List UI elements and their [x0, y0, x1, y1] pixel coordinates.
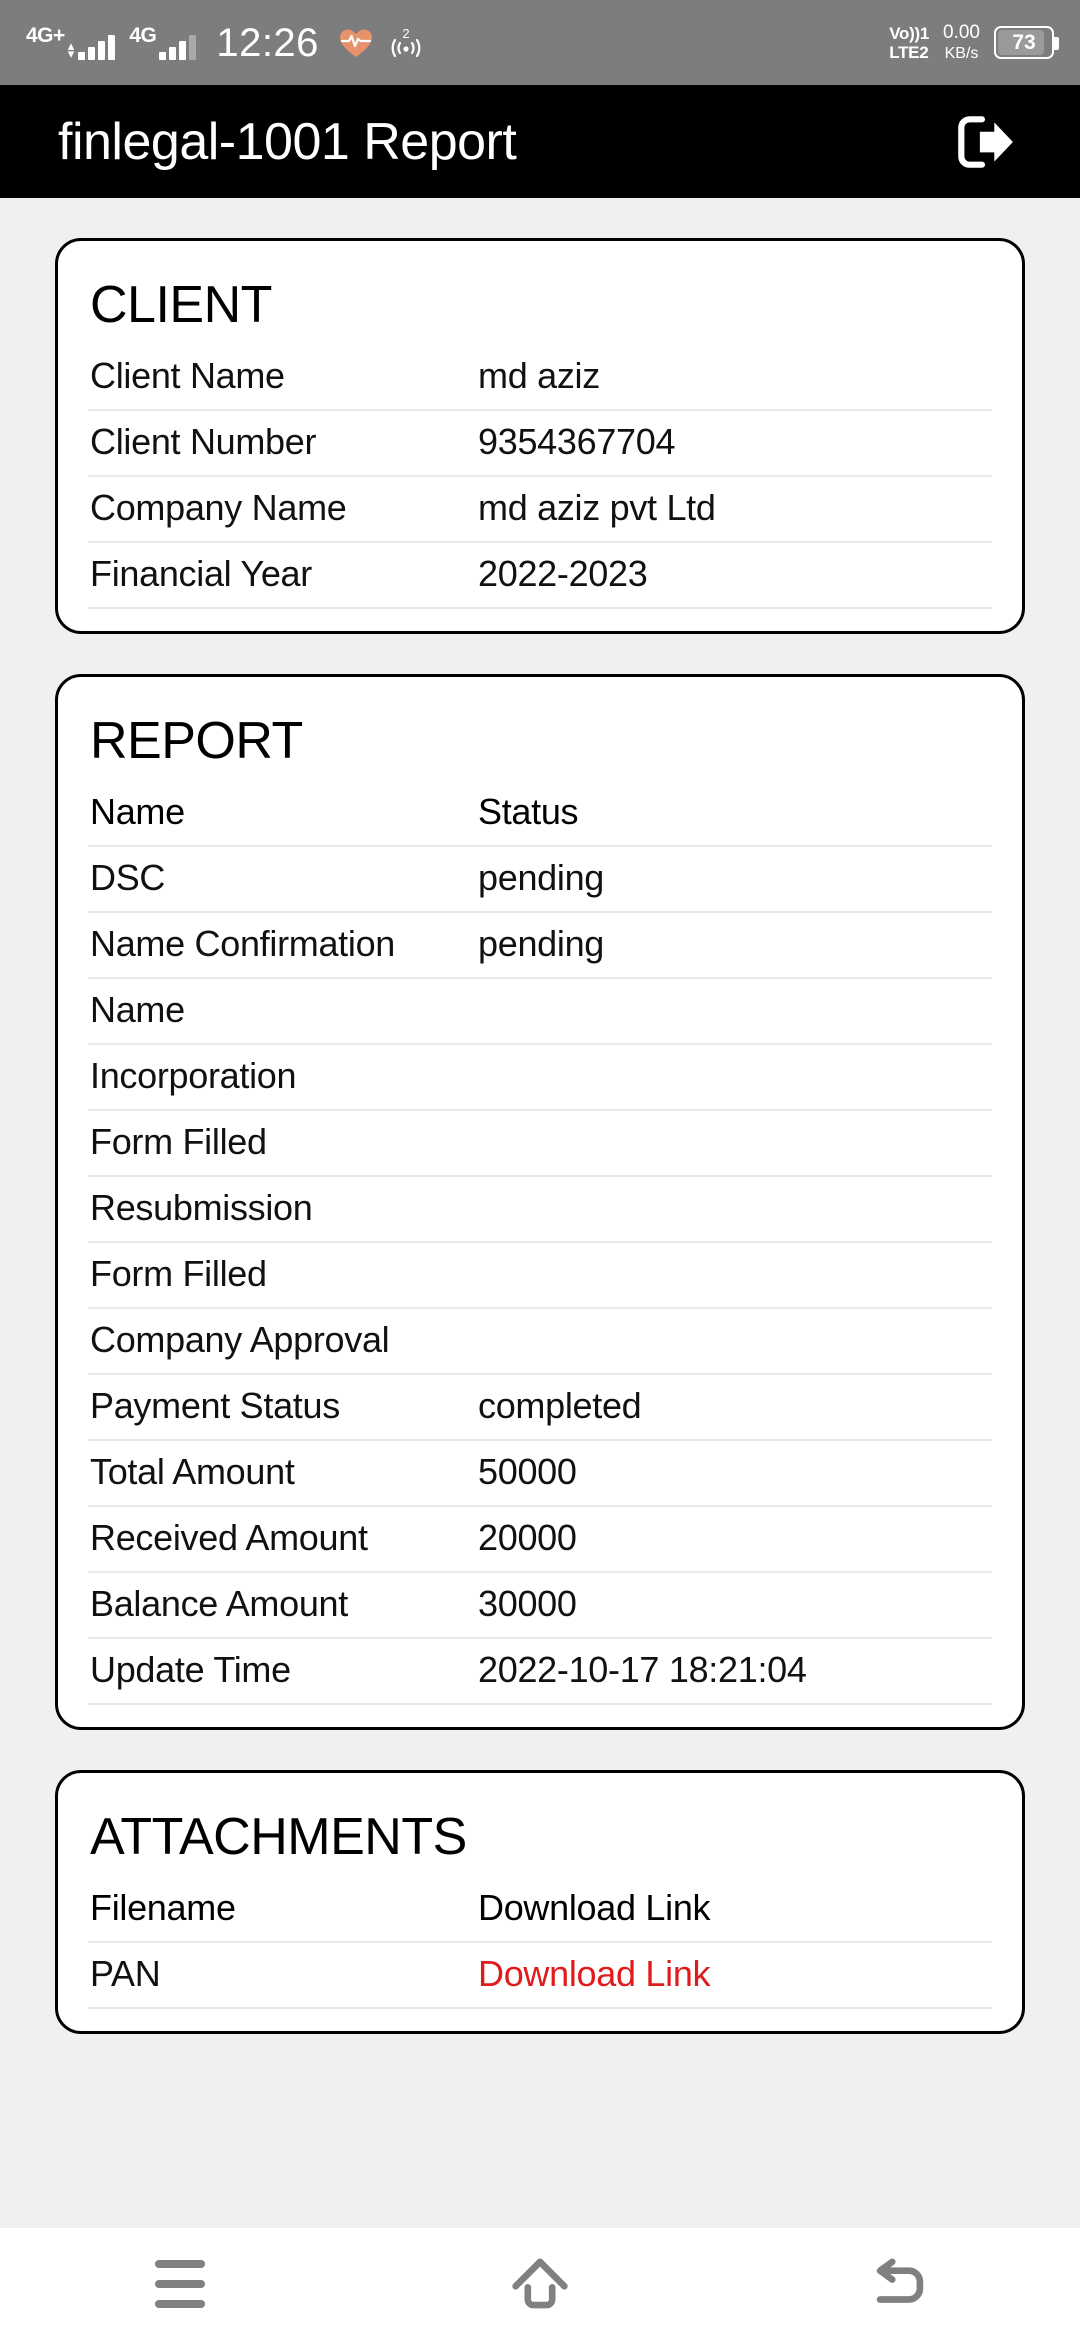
row-label: Total Amount	[90, 1451, 295, 1492]
client-card-title: CLIENT	[90, 276, 272, 334]
row-label: Company Approval	[90, 1319, 390, 1360]
wireless-2-icon: 2	[391, 27, 421, 57]
volte-line-2: LTE2	[889, 42, 929, 62]
table-row: Name Confirmation pending	[88, 913, 992, 979]
table-header-row: Filename Download Link	[88, 1877, 992, 1943]
table-row: Client Name md aziz	[88, 345, 992, 411]
network-speed-indicator: 0.00 KB/s	[943, 22, 980, 64]
table-row: Update Time 2022-10-17 18:21:04	[88, 1639, 992, 1705]
heartbeat-icon	[339, 29, 372, 57]
row-value: pending	[478, 857, 605, 898]
row-value: 50000	[478, 1451, 577, 1492]
table-row: Incorporation	[88, 1045, 992, 1111]
home-button[interactable]	[465, 2228, 615, 2340]
column-header-filename: Filename	[90, 1887, 236, 1928]
status-bar-right: Vo))1 LTE2 0.00 KB/s 73	[889, 22, 1059, 64]
row-label: Incorporation	[90, 1055, 297, 1096]
column-header-status: Status	[478, 791, 579, 832]
table-row: Form Filled	[88, 1243, 992, 1309]
sim2-network-label: 4G	[129, 24, 157, 47]
sim1-signal: 4G+ ▴ ▾	[26, 24, 116, 61]
status-bar-left: 4G+ ▴ ▾ 4G 12:26 2	[26, 23, 425, 63]
report-card: REPORT Name Status DSC pending Name Conf…	[55, 674, 1025, 1730]
table-row: PAN Download Link	[88, 1943, 992, 2009]
row-label: Resubmission	[90, 1187, 313, 1228]
row-label: Form Filled	[90, 1253, 267, 1294]
recents-button[interactable]	[105, 2228, 255, 2340]
android-navigation-bar	[0, 2228, 1080, 2340]
row-value: 2022-10-17 18:21:04	[478, 1649, 807, 1690]
row-label: Form Filled	[90, 1121, 267, 1162]
attachments-card-title: ATTACHMENTS	[90, 1808, 467, 1866]
svg-text:2: 2	[402, 27, 409, 41]
row-label: Client Number	[90, 421, 317, 462]
table-row: Payment Status completed	[88, 1375, 992, 1441]
report-card-title: REPORT	[90, 712, 303, 770]
attachments-card: ATTACHMENTS Filename Download Link PAN D…	[55, 1770, 1025, 2034]
sim2-signal-bars-icon	[159, 34, 197, 60]
logout-icon	[958, 115, 1013, 168]
sim2-signal: 4G	[129, 24, 197, 60]
row-label: Update Time	[90, 1649, 291, 1690]
row-value: 2022-2023	[478, 553, 648, 594]
logout-button[interactable]	[946, 104, 1022, 180]
sim1-signal-bars-icon	[78, 34, 116, 60]
row-value: md aziz	[478, 355, 600, 396]
row-value: pending	[478, 923, 605, 964]
row-value: 30000	[478, 1583, 577, 1624]
row-value: 20000	[478, 1517, 577, 1558]
row-value: md aziz pvt Ltd	[478, 487, 716, 528]
table-row: Company Name md aziz pvt Ltd	[88, 477, 992, 543]
row-label: DSC	[90, 857, 166, 898]
table-row: Form Filled	[88, 1111, 992, 1177]
table-row: Resubmission	[88, 1177, 992, 1243]
back-button[interactable]	[825, 2228, 975, 2340]
volte-indicator: Vo))1 LTE2	[889, 24, 929, 62]
table-row: Financial Year 2022-2023	[88, 543, 992, 609]
status-bar-clock: 12:26	[216, 20, 319, 65]
row-label: Financial Year	[90, 553, 312, 594]
row-label: PAN	[90, 1953, 161, 1994]
hamburger-menu-icon	[155, 2260, 205, 2308]
table-row: Balance Amount 30000	[88, 1573, 992, 1639]
table-header-row: Name Status	[88, 781, 992, 847]
home-icon	[512, 2258, 568, 2309]
report-content[interactable]: CLIENT Client Name md aziz Client Number…	[0, 198, 1080, 2228]
page-title: finlegal-1001 Report	[58, 112, 517, 171]
row-value: completed	[478, 1385, 642, 1426]
battery-icon: 73	[994, 26, 1059, 59]
row-label: Balance Amount	[90, 1583, 348, 1624]
table-row: Total Amount 50000	[88, 1441, 992, 1507]
row-label: Payment Status	[90, 1385, 340, 1426]
table-row: Received Amount 20000	[88, 1507, 992, 1573]
app-bar: finlegal-1001 Report	[0, 85, 1080, 198]
network-speed-value: 0.00	[943, 21, 980, 43]
volte-line-1: Vo))1	[889, 23, 930, 43]
row-value: 9354367704	[478, 421, 676, 462]
data-transfer-arrows-icon: ▴ ▾	[67, 38, 75, 61]
network-speed-unit: KB/s	[944, 44, 979, 62]
phone-screen: 4G+ ▴ ▾ 4G 12:26 2 Vo))1 LTE2 0.00 KB/s …	[0, 0, 1080, 2340]
battery-percent-label: 73	[1012, 31, 1036, 54]
table-row: Name	[88, 979, 992, 1045]
row-label: Received Amount	[90, 1517, 368, 1558]
row-label: Name	[90, 989, 185, 1030]
column-header-name: Name	[90, 791, 185, 832]
back-arrow-icon	[876, 2258, 924, 2303]
table-row: DSC pending	[88, 847, 992, 913]
table-row: Company Approval	[88, 1309, 992, 1375]
table-row: Client Number 9354367704	[88, 411, 992, 477]
row-label: Client Name	[90, 355, 285, 396]
row-label: Company Name	[90, 487, 347, 528]
column-header-download-link: Download Link	[478, 1887, 711, 1928]
client-card: CLIENT Client Name md aziz Client Number…	[55, 238, 1025, 634]
download-link[interactable]: Download Link	[478, 1953, 992, 1995]
status-bar: 4G+ ▴ ▾ 4G 12:26 2 Vo))1 LTE2 0.00 KB/s …	[0, 0, 1080, 85]
sim1-network-label: 4G+	[26, 24, 65, 47]
row-label: Name Confirmation	[90, 923, 396, 964]
